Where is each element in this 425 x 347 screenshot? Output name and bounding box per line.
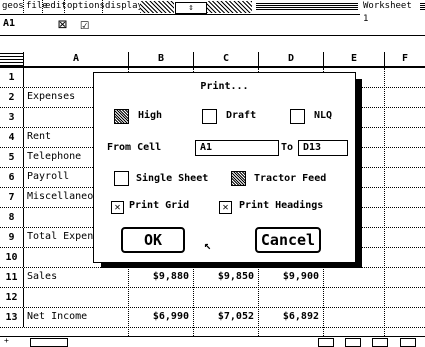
corner-header[interactable] (0, 52, 24, 68)
cell-a11[interactable]: Sales (27, 271, 57, 282)
menu-separator (23, 0, 24, 13)
cancel-entry-icon[interactable]: ⊠ (58, 17, 67, 32)
plus-icon[interactable]: + (4, 336, 9, 345)
print-dialog: Print... High Draft NLQ From Cell A1 To … (93, 72, 356, 263)
print-headings-checkbox[interactable]: ✕ (219, 201, 232, 214)
menu-geos[interactable]: geos (1, 0, 25, 13)
cell-a6[interactable]: Payroll (27, 171, 69, 182)
tractor-feed-checkbox[interactable] (231, 171, 246, 186)
column-header-a[interactable]: A (24, 52, 129, 68)
dialog-title: Print... (200, 81, 249, 92)
ok-button[interactable]: OK (121, 227, 185, 253)
cell-d13[interactable]: $6,892 (259, 311, 319, 322)
column-header-f[interactable]: F (385, 52, 425, 68)
nlq-checkbox[interactable] (290, 109, 305, 124)
to-label: To (281, 142, 294, 153)
cancel-button[interactable]: Cancel (255, 227, 321, 253)
single-sheet-label: Single Sheet (136, 173, 209, 184)
menu-separator (42, 0, 43, 13)
single-sheet-checkbox[interactable] (114, 171, 129, 186)
title-bar-stripes (256, 3, 358, 10)
high-quality-label: High (138, 110, 163, 121)
from-cell-label: From Cell (107, 142, 162, 153)
scroll-pattern (140, 1, 174, 13)
draft-label: Draft (226, 110, 257, 121)
bottom-scroll-bar[interactable]: + (0, 336, 425, 347)
cell-a2[interactable]: Expenses (27, 91, 75, 102)
accept-entry-icon[interactable]: ☑ (80, 17, 89, 32)
menu-bar: geos file edit options display ⇕ Workshe… (0, 0, 425, 26)
column-header-d[interactable]: D (259, 52, 324, 68)
cell-b13[interactable]: $6,990 (129, 311, 189, 322)
column-header-e[interactable]: E (324, 52, 385, 68)
draft-checkbox[interactable] (202, 109, 217, 124)
print-headings-label: Print Headings (239, 200, 324, 211)
menu-options[interactable]: options (66, 0, 106, 13)
menu-separator (102, 0, 103, 13)
scroll-arrows-icon[interactable]: ⇕ (175, 2, 207, 14)
menu-separator (64, 0, 65, 13)
cell-c11[interactable]: $9,850 (194, 271, 254, 282)
cell-c13[interactable]: $7,052 (194, 311, 254, 322)
cell-reference: A1 (3, 18, 16, 29)
table-row (0, 288, 425, 308)
menu-display[interactable]: display (104, 0, 144, 13)
mouse-pointer-icon: ↖ (204, 238, 212, 252)
nlq-label: NLQ (314, 110, 333, 121)
column-header-b[interactable]: B (129, 52, 194, 68)
column-header-c[interactable]: C (194, 52, 259, 68)
to-cell-input[interactable]: D13 (298, 140, 348, 156)
tractor-feed-label: Tractor Feed (254, 173, 327, 184)
cell-d11[interactable]: $9,900 (259, 271, 319, 282)
print-grid-label: Print Grid (129, 200, 190, 211)
title-bar-stripes (420, 3, 425, 10)
formula-bar: A1 ⊠ ☑ (0, 15, 425, 36)
cell-a5[interactable]: Telephone (27, 151, 81, 162)
high-quality-checkbox[interactable] (114, 109, 129, 124)
cell-a4[interactable]: Rent (27, 131, 51, 142)
from-cell-input[interactable]: A1 (195, 140, 279, 156)
cell-b11[interactable]: $9,880 (129, 271, 189, 282)
print-grid-checkbox[interactable]: ✕ (111, 201, 124, 214)
scroll-pattern (207, 1, 252, 13)
cell-a13[interactable]: Net Income (27, 311, 87, 322)
